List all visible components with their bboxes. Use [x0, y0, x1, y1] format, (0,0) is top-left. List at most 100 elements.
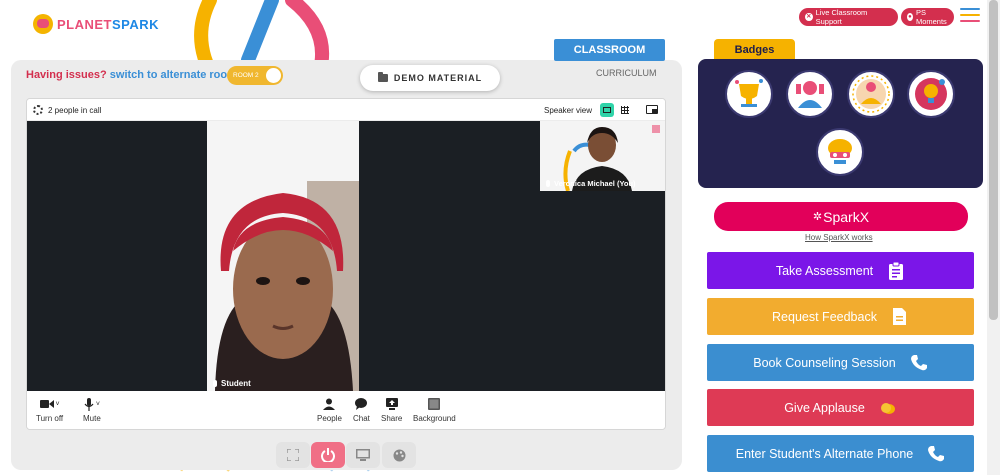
meditation-badge-icon: [852, 75, 890, 113]
people-button[interactable]: People: [317, 397, 342, 423]
share-screen-icon: [385, 398, 398, 410]
monitor-icon: [356, 449, 370, 461]
student-video: [207, 121, 359, 391]
live-support-button[interactable]: ✕ Live Classroom Support: [799, 8, 898, 26]
background-label: Background: [413, 414, 456, 423]
badge-brain[interactable]: [816, 128, 864, 176]
issue-notice: Having issues? switch to alternate room: [26, 69, 237, 81]
switch-room-link[interactable]: switch to alternate room: [110, 69, 237, 81]
planet-spark-logo[interactable]: PLANETSPARK: [33, 14, 159, 34]
menu-icon[interactable]: [960, 8, 980, 24]
picture-in-picture-icon[interactable]: [646, 105, 658, 114]
give-applause-label: Give Applause: [784, 400, 865, 415]
turn-off-label: Turn off: [36, 414, 64, 423]
chat-button[interactable]: Chat: [353, 397, 370, 423]
ps-moments-label: PS Moments: [915, 8, 947, 26]
screen-button[interactable]: [346, 442, 380, 468]
call-toolbar: ˅ Turn off ˅ Mute People Chat Share Back…: [27, 391, 665, 429]
having-issues-text: Having issues?: [26, 69, 107, 81]
folder-icon: [377, 72, 388, 82]
live-support-label: Live Classroom Support: [815, 8, 868, 26]
request-feedback-button[interactable]: Request Feedback: [707, 298, 974, 335]
mic-icon: [213, 380, 217, 387]
call-top-bar: 2 people in call Speaker view: [27, 99, 665, 121]
speaker-badge-icon: [796, 81, 824, 108]
gallery-view-button[interactable]: [618, 103, 632, 117]
speaker-view-button[interactable]: [600, 103, 614, 117]
badge-meditation[interactable]: [847, 70, 895, 118]
clap-icon: [879, 399, 897, 417]
student-person-icon: [207, 121, 359, 391]
tab-classroom[interactable]: CLASSROOM: [554, 39, 665, 61]
mute-button[interactable]: ˅ Mute: [83, 397, 101, 423]
logo-robot-icon: [33, 14, 53, 34]
give-applause-button[interactable]: Give Applause: [707, 389, 974, 426]
people-label: People: [317, 414, 342, 423]
palette-icon: [393, 449, 405, 461]
demo-material-label: DEMO MATERIAL: [393, 73, 483, 83]
share-button[interactable]: Share: [381, 397, 402, 423]
alternate-phone-button[interactable]: Enter Student's Alternate Phone: [707, 435, 974, 472]
classroom-page: PLANETSPARK ✕ Live Classroom Support ● P…: [0, 0, 1000, 475]
document-icon: [891, 308, 909, 326]
settings-gear-icon[interactable]: [33, 105, 43, 115]
teacher-name-tag: Veronica Michael (You): [546, 179, 636, 188]
take-assessment-label: Take Assessment: [775, 263, 874, 278]
video-stage: Student Veronica Michael (You): [27, 121, 665, 391]
phone-icon: [910, 354, 928, 372]
grid-icon: [621, 106, 629, 114]
sparkx-gear-icon: ✲: [812, 211, 823, 223]
demo-material-button[interactable]: DEMO MATERIAL: [360, 65, 500, 91]
chat-bubble-icon: [355, 398, 368, 410]
ps-moments-icon: ●: [907, 13, 913, 21]
student-name-tag: Student: [213, 379, 251, 388]
room-toggle[interactable]: ROOM 2: [227, 66, 283, 85]
trophy-badge-icon: [735, 79, 763, 107]
brain-badge-icon: [828, 139, 852, 164]
tab-curriculum[interactable]: CURRICULUM: [596, 68, 657, 78]
teacher-name: Veronica Michael (You): [554, 179, 636, 188]
sparkx-label: SparkX: [823, 208, 870, 225]
person-icon: [323, 398, 336, 410]
fullscreen-button[interactable]: [276, 442, 310, 468]
speaker-view-label: Speaker view: [544, 106, 593, 115]
badge-trophy[interactable]: [725, 70, 773, 118]
chat-label: Chat: [353, 414, 370, 423]
ps-moments-button[interactable]: ● PS Moments: [901, 8, 954, 26]
idea-badge-icon: [915, 78, 947, 110]
room-toggle-label: ROOM 2: [233, 72, 259, 79]
share-label: Share: [381, 414, 403, 423]
request-feedback-label: Request Feedback: [772, 309, 877, 324]
palette-button[interactable]: [382, 442, 416, 468]
people-count: 2 people in call: [48, 106, 102, 115]
sparkx-button[interactable]: ✲ SparkX: [714, 202, 968, 231]
badge-idea[interactable]: [907, 70, 955, 118]
book-counseling-label: Book Counseling Session: [753, 355, 896, 370]
take-assessment-button[interactable]: Take Assessment: [707, 252, 974, 289]
logo-text: PLANETSPARK: [57, 16, 160, 32]
alternate-phone-label: Enter Student's Alternate Phone: [735, 446, 914, 461]
background-image-icon: [428, 398, 441, 410]
chevron-down-icon[interactable]: ˅: [96, 401, 100, 408]
camera-toggle-button[interactable]: ˅ Turn off: [36, 397, 63, 423]
mic-icon: [546, 180, 550, 187]
clipboard-icon: [887, 261, 905, 280]
chevron-down-icon[interactable]: ˅: [56, 401, 60, 408]
phone-icon: [927, 445, 945, 463]
background-button[interactable]: Background: [413, 397, 456, 423]
close-circle-icon: ✕: [805, 13, 813, 21]
badges-tab[interactable]: Badges: [714, 39, 795, 61]
end-call-button[interactable]: [311, 442, 345, 468]
speaker-view-icon: [603, 107, 611, 113]
student-name: Student: [221, 379, 251, 388]
expand-icon: [287, 449, 299, 461]
scrollbar-thumb[interactable]: [989, 0, 998, 320]
how-sparkx-works-link[interactable]: How SparkX works: [805, 233, 873, 242]
mute-label: Mute: [83, 414, 101, 423]
power-icon: [321, 448, 335, 462]
video-camera-icon: [39, 400, 54, 408]
badge-speaker[interactable]: [786, 70, 834, 118]
toggle-knob: [266, 68, 281, 83]
video-call-frame: 2 people in call Speaker view Student Ve…: [26, 98, 666, 430]
book-counseling-button[interactable]: Book Counseling Session: [707, 344, 974, 381]
